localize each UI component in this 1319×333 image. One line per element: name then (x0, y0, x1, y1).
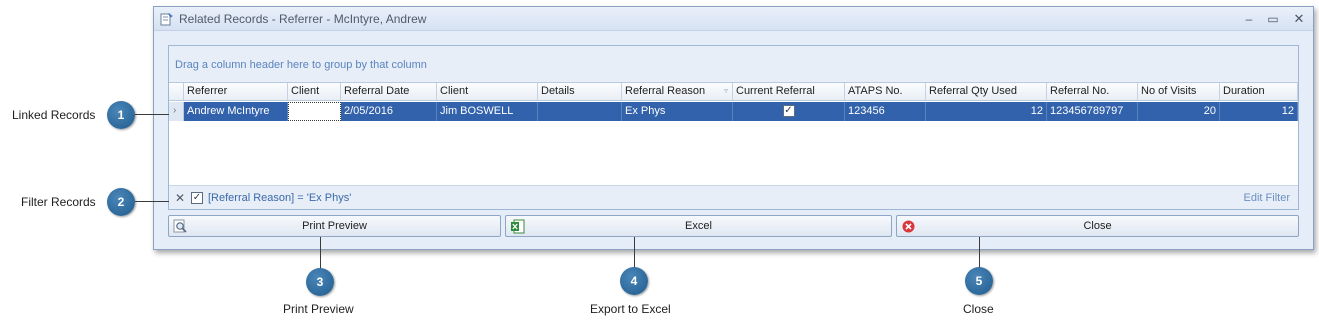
table-row[interactable]: › Andrew McIntyre 2/05/2016 Jim BOSWELL … (169, 102, 1298, 121)
records-grid: Drag a column header here to group by th… (168, 45, 1299, 210)
callout-label-export-to-excel: Export to Excel (590, 302, 671, 316)
red-x-icon (902, 220, 915, 233)
filter-enable-checkbox[interactable]: ✓ (191, 192, 203, 204)
column-header-no-of-visits[interactable]: No of Visits (1138, 83, 1220, 100)
cell-no-of-visits[interactable]: 20 (1138, 102, 1220, 121)
column-header-referral-qty-used[interactable]: Referral Qty Used (926, 83, 1047, 100)
callout-4-line (634, 237, 635, 269)
cell-referral-reason[interactable]: Ex Phys (622, 102, 733, 121)
grid-header: Referrer Client Referral Date Client Det… (169, 82, 1298, 101)
column-filter-icon[interactable]: ▿ (724, 86, 728, 95)
cell-client[interactable] (288, 102, 341, 121)
title-bar[interactable]: Related Records - Referrer - McIntyre, A… (154, 7, 1313, 31)
column-header-client[interactable]: Client (288, 83, 341, 100)
print-preview-label: Print Preview (302, 220, 367, 232)
close-button[interactable]: Close (896, 215, 1299, 237)
group-by-panel[interactable]: Drag a column header here to group by th… (169, 46, 1298, 82)
callout-5-line (979, 237, 980, 269)
cell-referral-date[interactable]: 2/05/2016 (341, 102, 437, 121)
callout-label-linked-records: Linked Records (12, 108, 96, 122)
column-header-current-referral[interactable]: Current Referral (733, 83, 845, 100)
column-header-details[interactable]: Details (538, 83, 622, 100)
column-header-duration[interactable]: Duration (1220, 83, 1298, 100)
window-title: Related Records - Referrer - McIntyre, A… (179, 12, 427, 26)
row-indicator[interactable]: › (169, 102, 184, 121)
column-header-referral-reason[interactable]: Referral Reason ▿ (622, 83, 733, 100)
callout-label-filter-records: Filter Records (21, 195, 96, 209)
cell-referral-no[interactable]: 123456789797 (1047, 102, 1138, 121)
related-records-icon (160, 13, 173, 26)
print-preview-button[interactable]: Print Preview (168, 215, 501, 237)
header-indicator-cell (169, 83, 184, 100)
excel-icon (511, 219, 525, 234)
excel-button[interactable]: Excel (505, 215, 892, 237)
callout-3-line (320, 237, 321, 269)
current-referral-checkbox[interactable]: ✓ (782, 105, 795, 117)
clear-filter-icon[interactable]: ✕ (175, 191, 185, 205)
column-header-referrer[interactable]: Referrer (184, 83, 288, 100)
column-header-client-name[interactable]: Client (437, 83, 538, 100)
column-header-referral-date[interactable]: Referral Date (341, 83, 437, 100)
column-header-ataps-no[interactable]: ATAPS No. (845, 83, 926, 100)
cell-ataps-no[interactable]: 123456 (845, 102, 926, 121)
close-window-button[interactable]: ✕ (1290, 10, 1308, 28)
minimize-button[interactable]: – (1240, 10, 1258, 28)
excel-label: Excel (685, 220, 712, 232)
cell-duration[interactable]: 12 (1220, 102, 1298, 121)
callout-4-badge: 4 (620, 267, 648, 295)
group-by-hint: Drag a column header here to group by th… (175, 59, 427, 71)
callout-2-badge: 2 (107, 188, 135, 216)
column-header-referral-no[interactable]: Referral No. (1047, 83, 1138, 100)
edit-filter-link[interactable]: Edit Filter (1244, 192, 1290, 204)
magnifier-page-icon (173, 219, 187, 233)
cell-referrer[interactable]: Andrew McIntyre (184, 102, 288, 121)
close-label: Close (1083, 220, 1112, 232)
callout-label-close: Close (963, 302, 994, 316)
maximize-button[interactable]: ▭ (1264, 10, 1282, 28)
cell-referral-qty-used[interactable]: 12 (926, 102, 1047, 121)
filter-expression[interactable]: [Referral Reason] = 'Ex Phys' (208, 192, 351, 204)
callout-1-line (135, 114, 169, 115)
filter-bar: ✕ ✓ [Referral Reason] = 'Ex Phys' Edit F… (169, 185, 1298, 209)
callout-3-badge: 3 (306, 268, 334, 296)
cell-current-referral[interactable]: ✓ (733, 102, 845, 121)
callout-label-print-preview: Print Preview (283, 302, 354, 316)
cell-client-name[interactable]: Jim BOSWELL (437, 102, 538, 121)
cell-details[interactable] (538, 102, 622, 121)
callout-1-badge: 1 (107, 101, 135, 129)
callout-2-line (135, 201, 169, 202)
column-header-referral-reason-label: Referral Reason (625, 85, 706, 97)
related-records-window: Related Records - Referrer - McIntyre, A… (153, 6, 1314, 250)
callout-5-badge: 5 (965, 267, 993, 295)
